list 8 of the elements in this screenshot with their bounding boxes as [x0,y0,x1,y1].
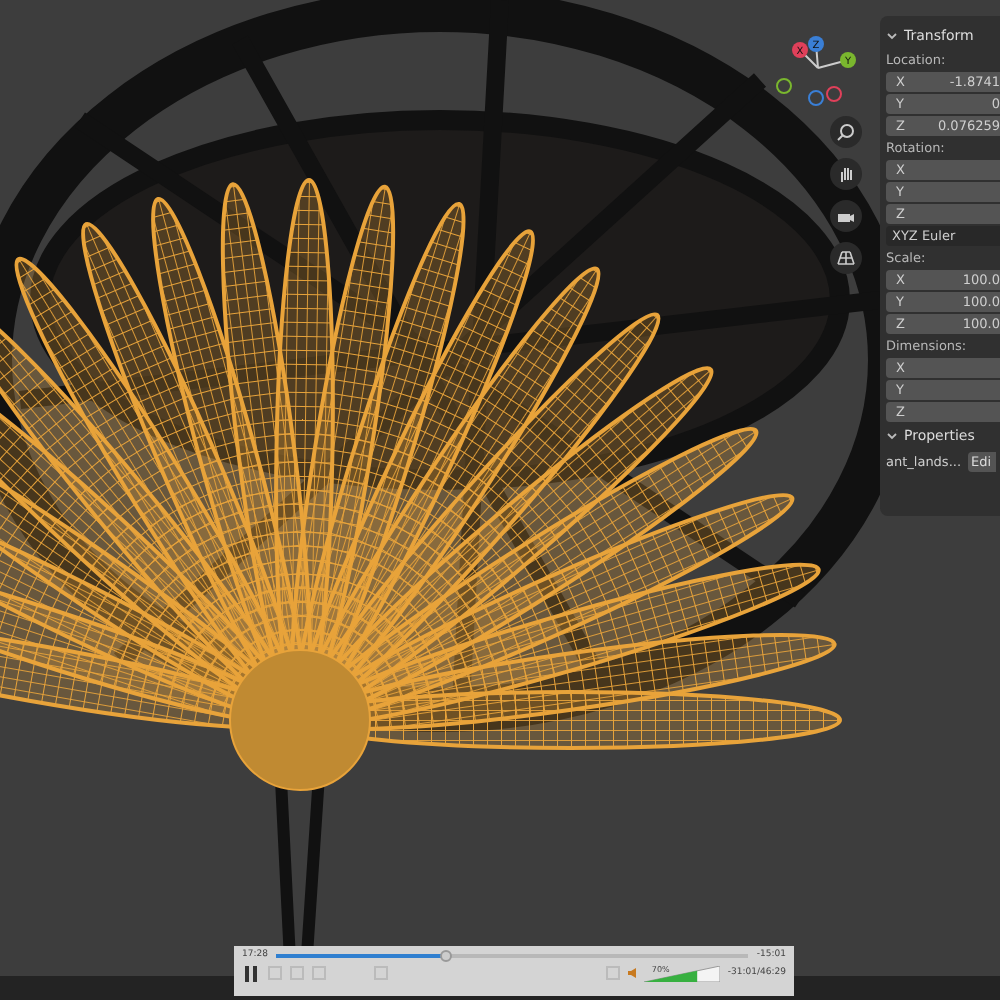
zoom-icon[interactable] [830,116,862,148]
flower-center [229,649,371,791]
chevron-icon[interactable] [886,430,898,442]
volume-fill[interactable] [643,969,698,981]
chevron-icon[interactable] [886,30,898,42]
seek-handle[interactable] [440,949,453,961]
speaker-icon[interactable] [627,968,636,978]
pause-icon[interactable] [242,964,260,982]
